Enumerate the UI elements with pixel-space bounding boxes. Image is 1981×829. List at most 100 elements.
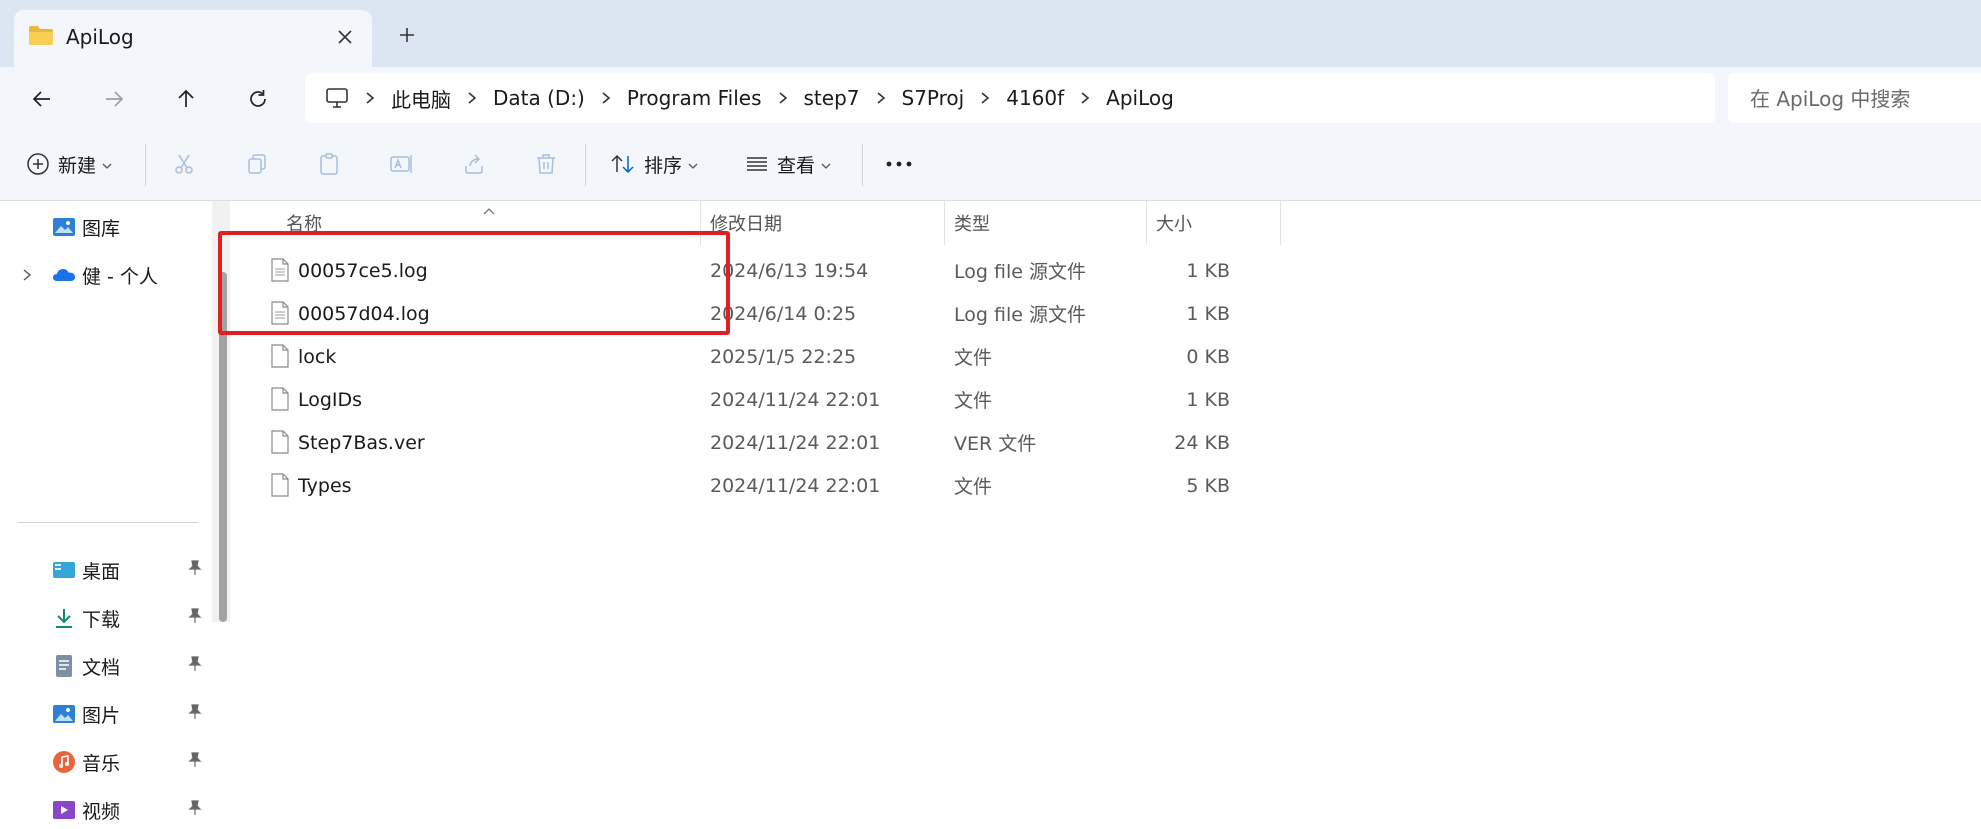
new-button-label: 新建 [58,154,97,177]
pin-icon[interactable] [188,608,202,628]
paste-button[interactable] [317,144,341,184]
chevron-right-icon[interactable] [866,73,896,123]
more-icon [884,159,914,169]
pin-icon[interactable] [188,704,202,724]
sort-icon [610,152,636,176]
file-size: 1 KB [1186,388,1230,411]
address-bar[interactable]: 此电脑 Data (D:) Program Files step7 S7Proj… [305,73,1715,123]
file-name: LogIDs [298,388,363,411]
chevron-down-icon [102,155,112,174]
breadcrumb-program-files[interactable]: Program Files [621,86,768,110]
table-row[interactable]: Step7Bas.ver 2024/11/24 22:01 VER 文件 24 … [236,421,1276,464]
breadcrumb-4160f[interactable]: 4160f [1000,86,1070,110]
sidebar-item-gallery[interactable]: 图库 [0,208,218,246]
file-type: 文件 [954,347,993,369]
toolbar-divider [585,144,586,186]
folder-icon [28,24,54,50]
column-divider[interactable] [944,201,945,245]
file-name: lock [298,345,337,368]
back-button[interactable] [22,79,62,119]
share-button[interactable] [462,144,486,184]
sidebar-item-onedrive[interactable]: 健 - 个人 [0,256,218,294]
share-icon [462,152,486,176]
file-type: Log file 源文件 [954,261,1086,283]
view-button[interactable]: 查看 [745,144,831,184]
sidebar-item-desktop[interactable]: 桌面 [0,551,218,589]
documents-icon [52,654,76,678]
chevron-right-icon[interactable] [768,73,798,123]
table-row[interactable]: Types 2024/11/24 22:01 文件 5 KB [236,464,1276,507]
table-row[interactable]: lock 2025/1/5 22:25 文件 0 KB [236,335,1276,378]
chevron-right-icon[interactable] [970,73,1000,123]
chevron-right-icon[interactable] [591,73,621,123]
gallery-icon [52,215,76,239]
up-button[interactable] [166,79,206,119]
file-icon [270,387,290,415]
computer-icon [325,87,349,109]
breadcrumb-apilog[interactable]: ApiLog [1100,86,1180,110]
file-size: 5 KB [1186,474,1230,497]
pin-icon[interactable] [188,800,202,820]
chevron-right-icon[interactable] [355,73,385,123]
sort-ascending-icon [482,201,496,220]
sort-button-label: 排序 [644,154,683,177]
breadcrumb-data-drive[interactable]: Data (D:) [487,86,591,110]
sidebar-item-documents[interactable]: 文档 [0,647,218,685]
copy-icon [245,152,269,176]
file-date: 2024/11/24 22:01 [710,388,881,411]
breadcrumb-s7proj[interactable]: S7Proj [896,86,971,110]
navigation-bar: 此电脑 Data (D:) Program Files step7 S7Proj… [0,67,1981,130]
tab-title: ApiLog [66,25,134,49]
tab-apilog[interactable]: ApiLog [14,10,372,67]
scissors-icon [172,152,196,176]
file-size: 0 KB [1186,345,1230,368]
file-date: 2024/11/24 22:01 [710,474,881,497]
chevron-right-icon[interactable] [1070,73,1100,123]
column-divider[interactable] [1146,201,1147,245]
refresh-button[interactable] [238,79,278,119]
desktop-icon [52,558,76,582]
column-header-size[interactable]: 大小 [1156,201,1192,245]
sidebar-item-downloads[interactable]: 下载 [0,599,218,637]
file-name: Types [298,474,352,497]
title-bar: ApiLog [0,0,1981,67]
column-header-type[interactable]: 类型 [954,201,990,245]
search-box[interactable] [1728,73,1981,125]
trash-icon [534,152,558,176]
list-view-icon [745,152,769,176]
sidebar-item-label: 桌面 [82,560,121,583]
table-row[interactable]: LogIDs 2024/11/24 22:01 文件 1 KB [236,378,1276,421]
sidebar-item-label: 图库 [82,217,121,240]
onedrive-icon [52,263,76,287]
sidebar-item-videos[interactable]: 视频 [0,791,218,829]
chevron-right-icon[interactable] [22,268,32,282]
highlight-annotation [218,231,730,335]
download-icon [52,606,76,630]
copy-button[interactable] [245,144,269,184]
breadcrumb-this-pc[interactable]: 此电脑 [385,84,457,113]
file-type: 文件 [954,476,993,498]
sidebar-item-music[interactable]: 音乐 [0,743,218,781]
column-divider[interactable] [1280,201,1281,245]
view-button-label: 查看 [777,154,816,177]
search-input[interactable] [1748,73,1981,125]
sidebar-item-pictures[interactable]: 图片 [0,695,218,733]
sort-button[interactable]: 排序 [610,144,698,184]
rename-button[interactable] [389,144,413,184]
forward-button[interactable] [94,79,134,119]
close-icon[interactable] [330,22,360,52]
sidebar-item-label: 下载 [82,608,121,631]
chevron-right-icon[interactable] [457,73,487,123]
pin-icon[interactable] [188,656,202,676]
delete-button[interactable] [534,144,558,184]
navigation-pane: 图库 健 - 个人 桌面 下载 文档 图片 音乐 视频 [0,201,218,823]
new-button[interactable]: 新建 [26,144,112,184]
pin-icon[interactable] [188,752,202,772]
file-icon [270,473,290,501]
cut-button[interactable] [172,144,196,184]
pin-icon[interactable] [188,560,202,580]
breadcrumb-step7[interactable]: step7 [798,86,866,110]
more-options-button[interactable] [884,144,914,184]
new-tab-button[interactable] [390,18,424,52]
chevron-down-icon [821,155,831,174]
